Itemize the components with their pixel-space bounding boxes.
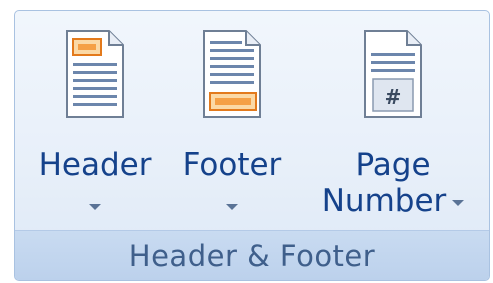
page-number-label-line2: Number (321, 183, 447, 219)
chevron-down-icon (226, 204, 238, 210)
footer-button[interactable]: Footer (173, 17, 291, 227)
page-number-icon: # (364, 30, 422, 118)
footer-page-icon (203, 30, 261, 118)
chevron-down-icon (89, 204, 101, 210)
footer-button-label: Footer (182, 147, 282, 183)
page-number-button[interactable]: # Page Number (303, 17, 483, 227)
header-footer-group: Header Footer # Page Number Header & Foo… (14, 10, 490, 281)
header-button-label: Header (38, 147, 152, 183)
header-page-icon (66, 30, 124, 118)
page-number-label-line1: Page (355, 147, 431, 183)
header-button[interactable]: Header (25, 17, 165, 227)
group-label: Header & Footer (128, 238, 376, 273)
chevron-down-icon (452, 199, 465, 206)
svg-text:#: # (385, 85, 402, 109)
page-number-label-row: Number (303, 185, 483, 217)
group-footer: Header & Footer (15, 230, 489, 280)
